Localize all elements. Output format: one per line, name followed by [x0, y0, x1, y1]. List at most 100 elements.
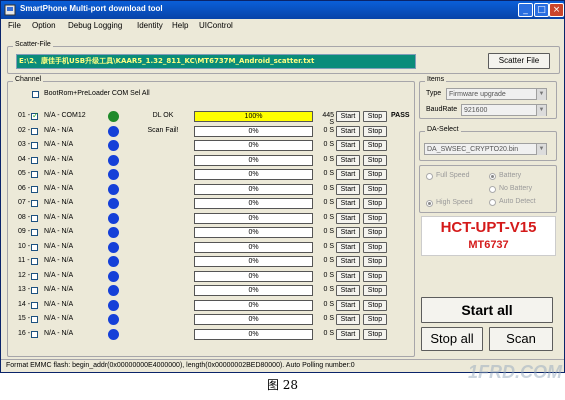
auto-detect-radio[interactable]	[489, 199, 496, 206]
channel-start-button[interactable]: Start	[336, 125, 360, 137]
channel-row: 12 - N/A - N/A 0% 0 S Start Stop	[18, 270, 416, 283]
menu-help[interactable]: Help	[172, 21, 188, 30]
channel-start-button[interactable]: Start	[336, 328, 360, 340]
channel-checkbox[interactable]	[31, 229, 38, 236]
channel-start-button[interactable]: Start	[336, 169, 360, 180]
channel-row: 13 - N/A - N/A 0% 0 S Start Stop	[18, 285, 416, 297]
channel-stop-button[interactable]: Stop	[363, 154, 387, 166]
channel-checkbox[interactable]	[31, 287, 38, 294]
channel-start-button[interactable]: Start	[336, 111, 360, 122]
menu-uicontrol[interactable]: UIControl	[199, 21, 233, 30]
channel-start-button[interactable]: Start	[336, 285, 360, 296]
menu-identity[interactable]: Identity	[137, 21, 163, 30]
baudrate-select[interactable]: 921600 ▼	[461, 104, 547, 116]
channel-stop-button[interactable]: Stop	[363, 227, 387, 238]
channel-start-button[interactable]: Start	[336, 198, 360, 209]
select-all-checkbox[interactable]	[32, 91, 39, 98]
channel-checkbox[interactable]	[31, 200, 38, 207]
channel-time: 0 S	[323, 126, 334, 134]
type-select[interactable]: Firmware upgrade ▼	[446, 88, 547, 100]
channel-stop-button[interactable]: Stop	[363, 111, 387, 122]
brand-title: HCT-UPT-V15	[440, 219, 537, 236]
scatter-path-field[interactable]: E:\2、康佳手机USB升级工具\KAAR5_1.32_811_KC\MT673…	[16, 54, 416, 69]
channel-checkbox[interactable]	[31, 301, 38, 309]
channel-stop-button[interactable]: Stop	[363, 299, 387, 311]
channel-start-button[interactable]: Start	[336, 299, 360, 311]
menu-debug-logging[interactable]: Debug Logging	[68, 21, 122, 30]
channel-start-button[interactable]: Start	[336, 314, 360, 325]
channel-port: N/A - N/A	[44, 228, 74, 235]
channel-start-button[interactable]: Start	[336, 183, 360, 195]
channel-time: 0 S	[323, 228, 334, 235]
channel-checkbox[interactable]	[31, 330, 38, 338]
channel-start-button[interactable]: Start	[336, 256, 360, 267]
channel-stop-button[interactable]: Stop	[363, 256, 387, 267]
channel-stop-button[interactable]: Stop	[363, 212, 387, 224]
progress-percent: 0%	[248, 185, 259, 193]
channel-stop-button[interactable]: Stop	[363, 285, 387, 296]
stop-all-button[interactable]: Stop all	[421, 327, 483, 351]
channel-start-button[interactable]: Start	[336, 154, 360, 166]
channel-checkbox[interactable]	[31, 258, 38, 265]
channel-time: 0 S	[323, 271, 334, 279]
progress-percent: 0%	[248, 243, 259, 251]
da-select[interactable]: DA_SWSEC_CRYPTO20.bin ▼	[424, 143, 547, 155]
channel-checkbox[interactable]	[31, 142, 38, 149]
close-button[interactable]: ×	[549, 3, 564, 17]
channel-checkbox[interactable]	[31, 243, 38, 251]
channel-stop-button[interactable]: Stop	[363, 125, 387, 137]
channel-checkbox[interactable]	[31, 316, 38, 323]
menu-option[interactable]: Option	[32, 21, 56, 30]
channel-row: 09 - N/A - N/A 0% 0 S Start Stop	[18, 227, 416, 239]
channel-checkbox[interactable]	[31, 111, 39, 120]
chevron-down-icon: ▼	[536, 89, 546, 100]
channel-number: 05 -	[18, 170, 31, 177]
chevron-down-icon: ▼	[536, 105, 546, 116]
progress-percent: 0%	[248, 301, 259, 309]
channel-checkbox[interactable]	[31, 272, 38, 280]
high-speed-radio[interactable]	[426, 200, 433, 207]
progress-percent: 0%	[248, 142, 259, 149]
maximize-button[interactable]: □	[534, 3, 549, 17]
channel-group-label: Channel	[13, 76, 44, 83]
channel-progress-bar: 0%	[194, 140, 313, 151]
channel-status: DL OK	[152, 112, 174, 119]
channel-start-button[interactable]: Start	[336, 270, 360, 282]
status-dot-icon	[108, 256, 119, 267]
scatter-file-button[interactable]: Scatter File	[488, 53, 550, 69]
start-all-button[interactable]: Start all	[421, 297, 553, 323]
channel-progress-bar: 0%	[194, 125, 313, 137]
progress-percent: 0%	[248, 229, 259, 236]
channel-start-button[interactable]: Start	[336, 140, 360, 151]
channel-number: 04 -	[18, 155, 31, 163]
channel-start-button[interactable]: Start	[336, 227, 360, 238]
channel-start-button[interactable]: Start	[336, 212, 360, 224]
scatter-group-label: Scatter-File	[13, 41, 53, 48]
channel-checkbox[interactable]	[31, 214, 38, 222]
channel-stop-button[interactable]: Stop	[363, 314, 387, 325]
channel-start-button[interactable]: Start	[336, 241, 360, 253]
channel-stop-button[interactable]: Stop	[363, 140, 387, 151]
channel-checkbox[interactable]	[31, 127, 38, 135]
channel-checkbox[interactable]	[31, 156, 38, 164]
channel-stop-button[interactable]: Stop	[363, 198, 387, 209]
channel-row: 08 - N/A - N/A 0% 0 S Start Stop	[18, 212, 416, 225]
channel-checkbox[interactable]	[31, 171, 38, 178]
channel-stop-button[interactable]: Stop	[363, 169, 387, 180]
channel-row: 01 - N/A - COM12 DL OK 100% 445 SStartStop PA…	[18, 111, 416, 126]
scan-button[interactable]: Scan	[489, 327, 553, 351]
channel-stop-button[interactable]: Stop	[363, 270, 387, 282]
channel-checkbox[interactable]	[31, 185, 38, 193]
channel-row: 06 - N/A - N/A 0% 0 S Start Stop	[18, 183, 416, 196]
full-speed-radio[interactable]	[426, 173, 433, 180]
minimize-button[interactable]: _	[518, 3, 533, 17]
battery-radio[interactable]	[489, 173, 496, 180]
channel-time: 0 S	[323, 300, 334, 308]
menu-file[interactable]: File	[8, 21, 21, 30]
channel-stop-button[interactable]: Stop	[363, 183, 387, 195]
channel-number: 15 -	[18, 315, 31, 322]
channel-stop-button[interactable]: Stop	[363, 328, 387, 340]
no-battery-radio[interactable]	[489, 186, 496, 193]
app-icon	[4, 4, 16, 16]
channel-stop-button[interactable]: Stop	[363, 241, 387, 253]
